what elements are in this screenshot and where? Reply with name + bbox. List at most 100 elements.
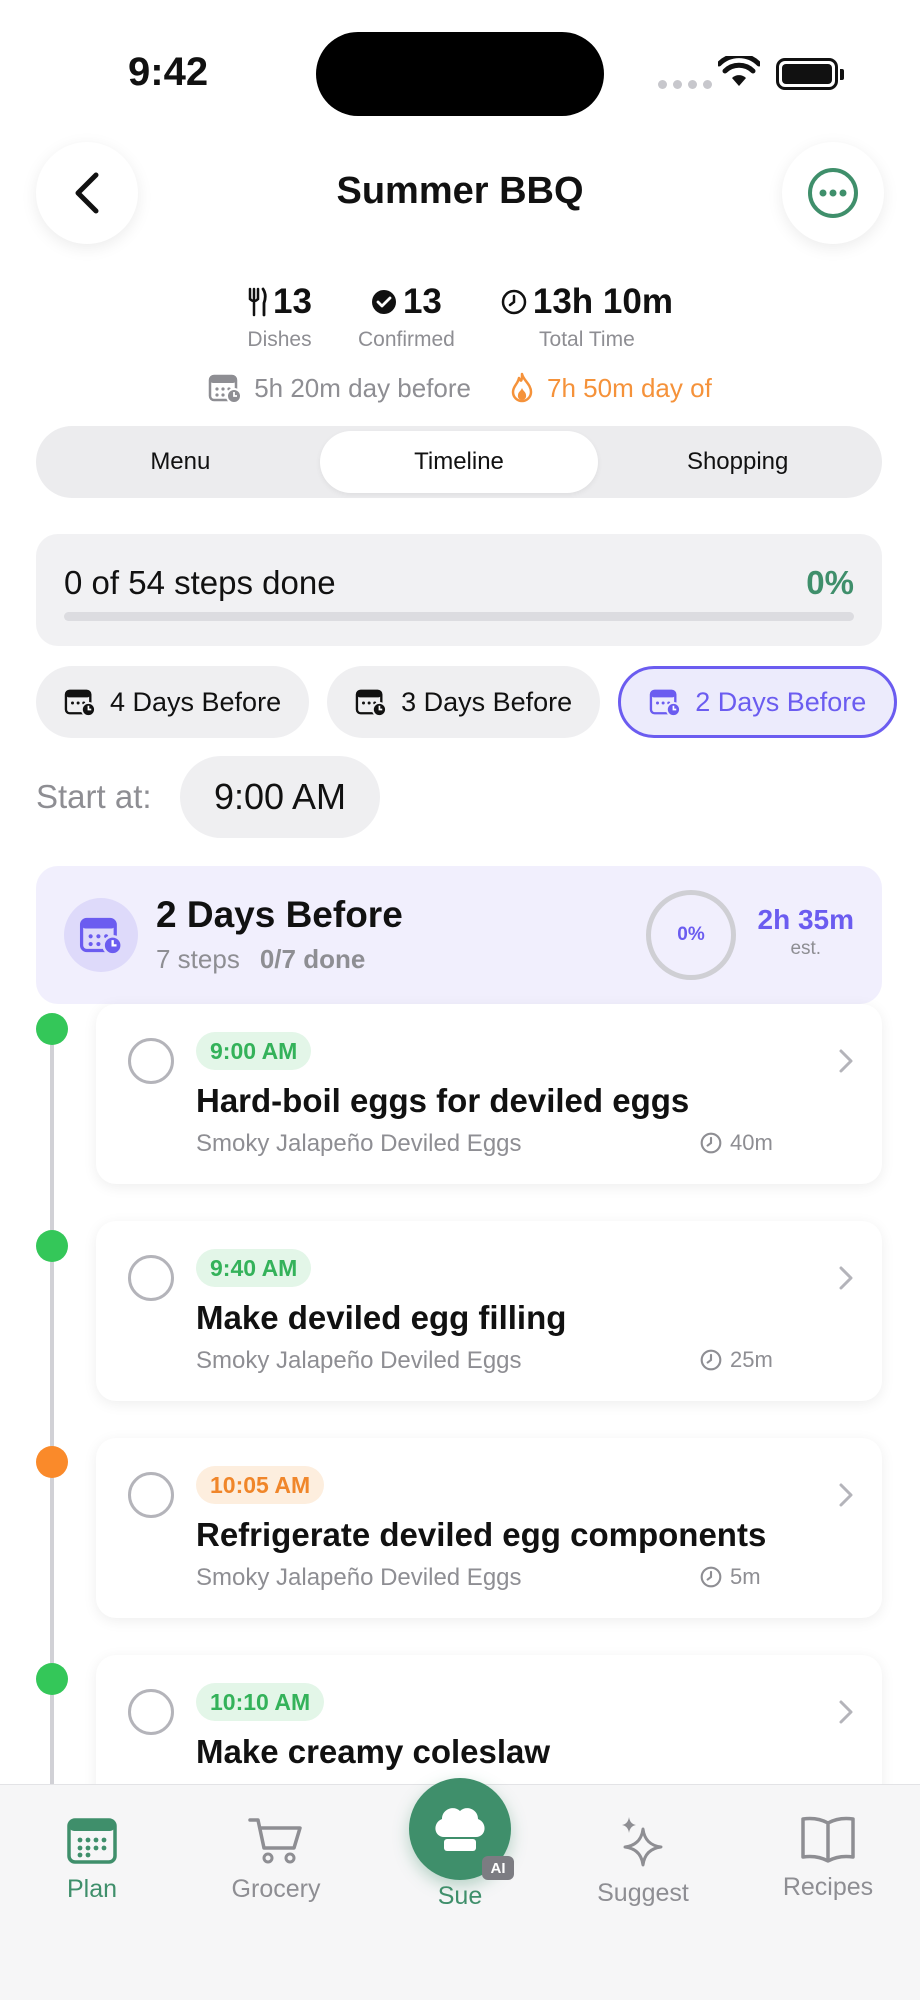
chevron-right-icon (839, 1266, 853, 1290)
step-recipe: Smoky Jalapeño Deviled Eggs (196, 1130, 522, 1157)
clock-icon (700, 1132, 722, 1154)
status-time: 9:42 (128, 50, 209, 94)
est-time: 2h 35m (757, 904, 855, 935)
step-duration: 5m (700, 1564, 761, 1590)
step-title: Make creamy coleslaw (196, 1733, 551, 1770)
stat-value: 13h 10m (532, 282, 673, 321)
chip-3-days-before[interactable]: 3 Days Before (327, 666, 601, 738)
day-steps-count: 7 steps (156, 944, 240, 974)
calendar-clock-icon (64, 689, 96, 717)
tab-plan[interactable]: Plan (22, 1815, 162, 1904)
day-of-time: 7h 50m day of (509, 372, 712, 404)
flame-icon (511, 372, 533, 403)
timeline-dot (36, 1663, 68, 1695)
chip-label: 4 Days Before (110, 686, 282, 717)
stat-label: Total Time (539, 328, 635, 351)
step-duration: 40m (700, 1130, 773, 1156)
tab-label: Recipes (782, 1873, 874, 1901)
calendar-icon (67, 1818, 117, 1864)
timeline-dot (36, 1446, 68, 1478)
chevron-right-icon (839, 1483, 853, 1507)
chip-label: 2 Days Before (695, 686, 867, 717)
timeline-dot (36, 1013, 68, 1045)
step-checkbox[interactable] (128, 1255, 174, 1301)
est-label: est. (790, 938, 822, 959)
more-options-button[interactable] (782, 142, 884, 244)
step-title: Refrigerate deviled egg components (196, 1516, 767, 1553)
step-duration-text: 25m (730, 1347, 773, 1372)
utensils-icon (248, 287, 267, 317)
calendar-clock-icon (355, 689, 388, 717)
day-of-text: 7h 50m day of (547, 372, 712, 403)
timeline-dot (36, 1230, 68, 1262)
chip-4-days-before[interactable]: 4 Days Before (36, 666, 310, 738)
tab-label: Suggest (597, 1879, 689, 1907)
ai-badge: AI (482, 1856, 514, 1880)
tab-label: Grocery (231, 1875, 321, 1903)
day-title: 2 Days Before (156, 894, 403, 935)
step-card[interactable]: 9:00 AM Hard-boil eggs for deviled eggs … (96, 1004, 882, 1184)
step-checkbox[interactable] (128, 1038, 174, 1084)
day-done-count: 0/7 done (259, 944, 366, 974)
calendar-clock-icon (649, 689, 682, 717)
chef-hat-icon (435, 1808, 485, 1851)
step-recipe: Smoky Jalapeño Deviled Eggs (196, 1347, 522, 1374)
stat-value: 13 (273, 282, 312, 321)
tab-shopping[interactable]: Shopping (598, 431, 877, 493)
step-time-badge: 10:10 AM (196, 1683, 325, 1721)
dynamic-island (316, 32, 604, 116)
day-chips: 4 Days Before 3 Days Before 2 Days Befor… (36, 666, 920, 740)
progress-percent: 0% (806, 564, 854, 601)
start-at-label: Start at: (36, 778, 152, 815)
step-duration-text: 40m (730, 1130, 773, 1155)
chevron-right-icon (839, 1049, 853, 1073)
step-checkbox[interactable] (128, 1689, 174, 1735)
step-time-badge: 10:05 AM (196, 1466, 325, 1504)
stat-confirmed: 13 Confirmed (358, 282, 455, 352)
tab-recipes[interactable]: Recipes (758, 1815, 898, 1902)
ellipsis-circle-icon (808, 168, 858, 218)
clock-icon (700, 1566, 722, 1588)
status-bar: 9:42 (0, 0, 920, 116)
calendar-clock-icon (79, 917, 123, 956)
day-before-time: 5h 20m day before (208, 372, 471, 404)
view-tabs: Menu Timeline Shopping (36, 426, 882, 498)
time-split: 5h 20m day before 7h 50m day of (0, 372, 920, 404)
day-progress-ring: 0% (646, 890, 736, 980)
sparkles-icon (622, 1817, 663, 1867)
stat-value: 13 (402, 282, 442, 321)
tab-label: Plan (66, 1875, 118, 1903)
tab-grocery[interactable]: Grocery (206, 1815, 346, 1904)
cellular-signal-icon (658, 80, 712, 89)
day-estimate: 2h 35m est. (758, 904, 855, 960)
chevron-right-icon (839, 1700, 853, 1724)
open-book-icon (801, 1816, 855, 1863)
progress-bar (64, 612, 854, 621)
step-recipe: Smoky Jalapeño Deviled Eggs (196, 1564, 522, 1591)
step-title: Hard-boil eggs for deviled eggs (196, 1082, 690, 1119)
step-duration: 25m (700, 1347, 773, 1373)
stat-total-time: 13h 10m Total Time (501, 282, 673, 352)
start-time-picker[interactable]: 9:00 AM (180, 756, 380, 838)
tab-timeline[interactable]: Timeline (319, 431, 599, 493)
step-checkbox[interactable] (128, 1472, 174, 1518)
tab-menu[interactable]: Menu (41, 431, 320, 493)
stats-row: 13 Dishes 13 Confirmed 13h 10m Total Tim… (0, 282, 920, 352)
step-time-badge: 9:40 AM (196, 1249, 312, 1287)
clock-icon (700, 1349, 722, 1371)
day-before-text: 5h 20m day before (254, 372, 472, 403)
calendar-clock-icon (208, 374, 243, 404)
wifi-icon (718, 56, 760, 86)
battery-icon (776, 58, 844, 90)
tab-suggest[interactable]: Suggest (573, 1815, 713, 1908)
step-card[interactable]: 9:40 AM Make deviled egg filling Smoky J… (96, 1221, 882, 1401)
clock-icon (501, 289, 527, 315)
chip-label: 3 Days Before (401, 686, 573, 717)
step-card[interactable]: 10:05 AM Refrigerate deviled egg compone… (96, 1438, 882, 1618)
progress-card: 0 of 54 steps done 0% (36, 534, 882, 646)
sue-label: Sue (437, 1882, 483, 1910)
chip-2-days-before[interactable]: 2 Days Before (618, 666, 898, 738)
day-section-header: 2 Days Before 7 steps 0/7 done 0% 2h 35m… (36, 866, 882, 1004)
stat-label: Confirmed (357, 328, 455, 351)
day-icon (64, 898, 138, 972)
